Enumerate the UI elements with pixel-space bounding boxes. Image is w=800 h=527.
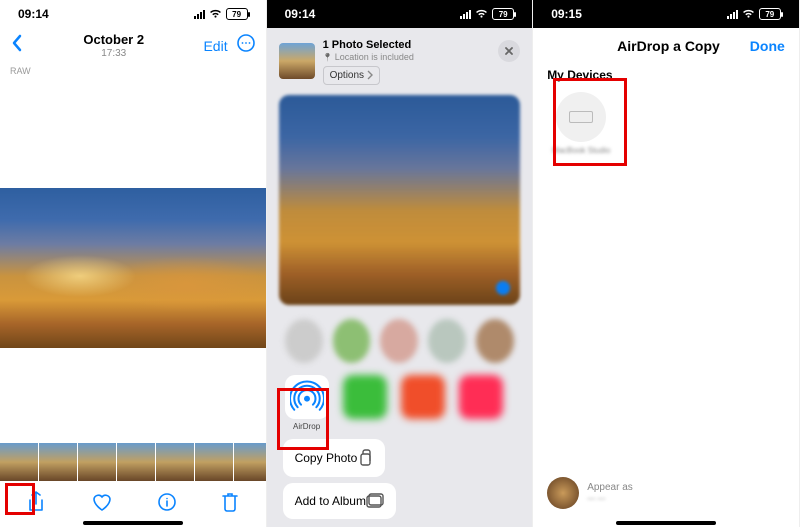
thumbnail-strip[interactable] bbox=[0, 443, 266, 481]
battery-icon: 79 bbox=[759, 8, 781, 20]
battery-icon: 79 bbox=[226, 8, 248, 20]
add-album-label: Add to Album bbox=[295, 494, 366, 508]
close-button[interactable] bbox=[498, 40, 520, 62]
cell-signal-icon bbox=[194, 9, 205, 19]
nav-title: October 2 17:33 bbox=[83, 32, 144, 60]
app-icon-blur[interactable] bbox=[459, 375, 503, 419]
chevron-right-icon bbox=[367, 70, 373, 80]
status-time: 09:14 bbox=[285, 7, 316, 21]
selection-thumb bbox=[279, 43, 315, 79]
status-bar: 09:15 79 bbox=[533, 0, 799, 28]
wifi-icon bbox=[742, 9, 755, 19]
large-preview[interactable] bbox=[279, 95, 521, 305]
add-to-album-row[interactable]: Add to Album bbox=[283, 483, 396, 519]
phone-share-sheet: 09:14 79 1 Photo Selected Location is in… bbox=[267, 0, 534, 527]
home-indicator bbox=[83, 521, 183, 525]
info-button[interactable] bbox=[157, 492, 177, 517]
highlight-airdrop bbox=[277, 388, 329, 450]
chevron-left-icon bbox=[10, 33, 24, 53]
avatar bbox=[547, 477, 579, 509]
edit-button[interactable]: Edit bbox=[203, 38, 227, 54]
highlight-device bbox=[553, 78, 627, 166]
appear-as[interactable]: Appear as — — bbox=[547, 477, 633, 509]
trash-icon bbox=[221, 491, 239, 513]
home-indicator bbox=[616, 521, 716, 525]
status-time: 09:14 bbox=[18, 7, 49, 21]
status-time: 09:15 bbox=[551, 7, 582, 21]
nav-bar: October 2 17:33 Edit bbox=[0, 28, 266, 64]
cell-signal-icon bbox=[727, 9, 738, 19]
battery-icon: 79 bbox=[492, 8, 514, 20]
nav-bar: AirDrop a Copy Done bbox=[533, 28, 799, 64]
heart-icon bbox=[91, 492, 113, 512]
selection-header: 1 Photo Selected Location is included Op… bbox=[273, 34, 527, 89]
copy-photo-label: Copy Photo bbox=[295, 451, 358, 465]
info-icon bbox=[157, 492, 177, 512]
more-button[interactable] bbox=[236, 33, 256, 58]
done-button[interactable]: Done bbox=[750, 38, 785, 54]
appear-as-label: Appear as bbox=[587, 482, 633, 494]
selected-indicator bbox=[496, 281, 510, 295]
back-button[interactable] bbox=[10, 33, 24, 58]
app-icon-blur[interactable] bbox=[401, 375, 445, 419]
photo-time: 17:33 bbox=[83, 48, 144, 60]
appear-as-name: — — bbox=[587, 494, 633, 504]
options-button[interactable]: Options bbox=[323, 66, 380, 85]
app-icon-blur[interactable] bbox=[343, 375, 387, 419]
delete-button[interactable] bbox=[221, 491, 239, 518]
status-bar: 09:14 79 bbox=[0, 0, 266, 28]
raw-badge: RAW bbox=[0, 64, 266, 78]
favorite-button[interactable] bbox=[91, 492, 113, 517]
cell-signal-icon bbox=[460, 9, 471, 19]
album-icon bbox=[366, 493, 384, 509]
phone-airdrop: 09:15 79 AirDrop a Copy Done My Devices … bbox=[533, 0, 800, 527]
highlight-share bbox=[5, 483, 35, 515]
wifi-icon bbox=[475, 9, 488, 19]
close-icon bbox=[504, 46, 514, 56]
page-title: AirDrop a Copy bbox=[617, 38, 720, 54]
status-bar: 09:14 79 bbox=[267, 0, 533, 28]
photo-preview[interactable] bbox=[0, 188, 266, 348]
photo-date: October 2 bbox=[83, 32, 144, 48]
phone-photos-detail: 09:14 79 October 2 17:33 Edit RAW bbox=[0, 0, 267, 527]
contacts-row[interactable] bbox=[273, 311, 527, 371]
selection-title: 1 Photo Selected bbox=[323, 38, 414, 52]
selection-subtitle: Location is included bbox=[323, 52, 414, 64]
wifi-icon bbox=[209, 9, 222, 19]
ellipsis-circle-icon bbox=[236, 33, 256, 53]
copy-icon bbox=[357, 449, 373, 467]
options-label: Options bbox=[330, 69, 364, 82]
